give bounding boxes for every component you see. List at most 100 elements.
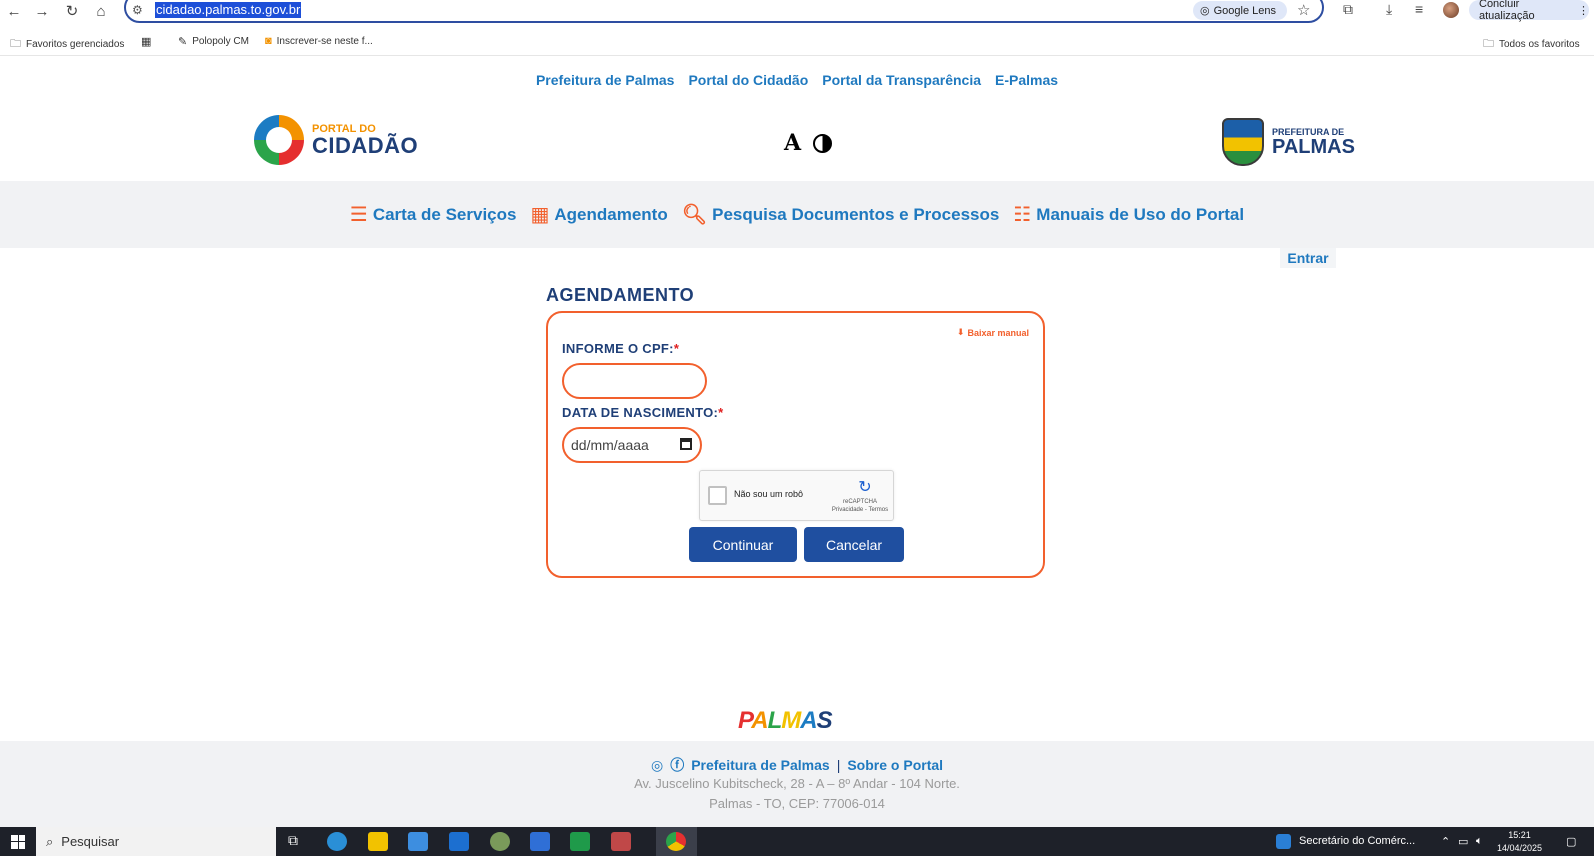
search-icon: ⌕ xyxy=(46,833,54,849)
recaptcha-widget: Não sou um robô ↻ reCAPTCHA Privacidade … xyxy=(699,470,894,521)
recaptcha-label: Não sou um robô xyxy=(734,489,804,499)
instagram-icon[interactable]: ◎ xyxy=(651,757,663,774)
update-button[interactable]: Concluir atualização ⋮ xyxy=(1469,0,1589,22)
link-prefeitura[interactable]: Prefeitura de Palmas xyxy=(536,72,675,88)
download-icon: ⬇ xyxy=(956,327,965,337)
notification-icon[interactable]: ▢ xyxy=(1566,835,1576,848)
address-bar[interactable] xyxy=(124,0,1324,23)
extensions-icon[interactable]: ⧉ xyxy=(1343,1,1353,18)
browser-toolbar: ← → ↻ ⌂ ⚙ cidadao.palmas.to.gov.br ◎ Goo… xyxy=(0,0,1594,24)
calendar-picker-icon[interactable] xyxy=(680,438,692,450)
mail-icon[interactable] xyxy=(449,832,469,851)
menu-manuais[interactable]: ☷ Manuais de Uso do Portal xyxy=(1013,202,1244,227)
link-portal-cidadao[interactable]: Portal do Cidadão xyxy=(688,72,808,88)
apps-grid-icon[interactable]: ▦ xyxy=(141,35,151,48)
google-lens-button[interactable]: ◎ Google Lens xyxy=(1193,1,1287,20)
menu-pesquisa[interactable]: 🔍︎ Pesquisa Documentos e Processos xyxy=(682,202,1000,227)
page-title: AGENDAMENTO xyxy=(546,285,695,305)
taskbar-search-label: Pesquisar xyxy=(61,834,120,849)
lens-icon: ◎ xyxy=(1200,5,1210,17)
lens-label: Google Lens xyxy=(1213,4,1276,17)
font-size-button[interactable]: A xyxy=(784,130,801,156)
home-icon[interactable]: ⌂ xyxy=(90,1,112,21)
pref-big-text: PALMAS xyxy=(1272,135,1355,158)
bookmarks-bar: 🗀 Favoritos gerenciados ▦ ✎ Polopoly CM … xyxy=(0,30,1594,56)
folder-icon: 🗀 xyxy=(10,38,21,50)
start-button[interactable] xyxy=(0,827,36,856)
link-transparencia[interactable]: Portal da Transparência xyxy=(822,72,981,88)
menu-carta-servicos[interactable]: ☰ Carta de Serviços xyxy=(350,202,517,227)
menu-agendamento[interactable]: ▦ Agendamento xyxy=(530,202,667,227)
continue-button[interactable]: Continuar xyxy=(689,527,797,562)
update-label: Concluir atualização xyxy=(1479,0,1535,22)
list-alt-icon: ☰ xyxy=(349,204,368,226)
bookmark-polopoly[interactable]: ✎ Polopoly CM xyxy=(178,35,249,48)
footer-link-sobre[interactable]: Sobre o Portal xyxy=(847,757,943,773)
download-manual-link[interactable]: ⬇ Baixar manual xyxy=(957,327,1029,338)
windows-taskbar: ⌕ Pesquisar ⧉ Secretário do Comérc... ⌃ … xyxy=(0,827,1594,856)
main-menu: ☰ Carta de Serviços ▦ Agendamento 🔍︎ Pes… xyxy=(0,181,1594,248)
footer: ◎ ⓕ Prefeitura de Palmas | Sobre o Porta… xyxy=(0,741,1594,827)
portal-cidadao-logo[interactable]: PORTAL DO CIDADÃO xyxy=(254,115,418,165)
windows-icon xyxy=(11,834,25,849)
rss-icon: ◙ xyxy=(265,35,272,47)
prefeitura-logo[interactable]: PREFEITURA DE PALMAS xyxy=(1222,118,1355,166)
taskbar-clock[interactable]: 15:21 14/04/2025 xyxy=(1497,829,1542,854)
facebook-icon[interactable]: ⓕ xyxy=(670,755,684,775)
bookmark-star-icon[interactable]: ☆ xyxy=(1297,1,1310,19)
accessibility-tools: A xyxy=(784,130,833,156)
crest-icon xyxy=(1222,118,1264,166)
volume-icon[interactable]: 🔈︎ xyxy=(1476,835,1483,848)
forward-icon[interactable]: → xyxy=(31,1,53,21)
download-icon[interactable]: ⤓ xyxy=(1386,1,1392,18)
url-text[interactable]: cidadao.palmas.to.gov.br xyxy=(155,2,302,18)
task-view-icon[interactable]: ⧉ xyxy=(288,832,308,851)
tray-app-icon[interactable] xyxy=(1276,834,1291,849)
bookmark-all[interactable]: 🗀 Todos os favoritos xyxy=(1483,35,1580,54)
search-icon: 🔍︎ xyxy=(681,204,708,226)
cpf-input[interactable] xyxy=(562,363,707,399)
chrome-taskbar-button[interactable] xyxy=(656,827,697,856)
folder-icon: 🗀 xyxy=(1483,38,1494,50)
birthdate-label: DATA DE NASCIMENTO:* xyxy=(562,405,724,420)
site-settings-icon[interactable]: ⚙ xyxy=(132,3,143,17)
clock-date: 14/04/2025 xyxy=(1497,842,1543,853)
palmas-brand-logo: PALMAS xyxy=(738,707,833,734)
cancel-button[interactable]: Cancelar xyxy=(804,527,904,562)
winrar-icon[interactable] xyxy=(611,832,631,851)
link-e-palmas[interactable]: E-Palmas xyxy=(995,72,1058,88)
login-button[interactable]: Entrar xyxy=(1280,248,1336,268)
app-icon[interactable] xyxy=(490,832,510,851)
edge-icon[interactable] xyxy=(327,832,347,851)
excel-icon[interactable] xyxy=(570,832,590,851)
portal-logo-icon xyxy=(254,115,304,165)
polopoly-icon: ✎ xyxy=(178,36,188,48)
tray-chevron-icon[interactable]: ⌃ xyxy=(1441,835,1450,848)
tray-app-label[interactable]: Secretário do Comérc... xyxy=(1299,835,1415,847)
footer-link-prefeitura[interactable]: Prefeitura de Palmas xyxy=(691,757,830,773)
bookmark-managed[interactable]: 🗀 Favoritos gerenciados xyxy=(10,35,124,54)
store-icon[interactable] xyxy=(408,832,428,851)
taskbar-search[interactable]: ⌕ Pesquisar xyxy=(36,827,276,856)
recaptcha-checkbox[interactable] xyxy=(708,486,727,505)
file-explorer-icon[interactable] xyxy=(368,832,388,851)
back-icon[interactable]: ← xyxy=(3,1,25,21)
clock-time: 15:21 xyxy=(1508,830,1531,840)
footer-links: ◎ ⓕ Prefeitura de Palmas | Sobre o Porta… xyxy=(0,755,1594,775)
media-icon[interactable]: ≡ xyxy=(1415,1,1423,17)
contrast-icon[interactable] xyxy=(813,133,833,153)
reload-icon[interactable]: ↻ xyxy=(61,1,83,21)
list-icon: ☷ xyxy=(1013,204,1032,226)
top-links: Prefeitura de Palmas Portal do Cidadão P… xyxy=(0,72,1594,88)
bookmark-rss[interactable]: ◙ Inscrever-se neste f... xyxy=(265,35,373,47)
cpf-label: INFORME O CPF:* xyxy=(562,341,680,356)
birthdate-input[interactable]: dd/mm/aaaa xyxy=(562,427,702,463)
network-icon[interactable]: ▭ xyxy=(1458,835,1468,848)
chrome-icon xyxy=(666,832,686,851)
word-icon[interactable] xyxy=(530,832,550,851)
profile-avatar[interactable] xyxy=(1443,2,1459,18)
menu-dots-icon: ⋮ xyxy=(1578,4,1589,17)
recaptcha-links[interactable]: Privacidade - Termos xyxy=(830,507,890,515)
logo-big-text: CIDADÃO xyxy=(312,132,419,158)
address-line-1: Av. Juscelino Kubitscheck, 28 - A – 8º A… xyxy=(634,776,960,791)
